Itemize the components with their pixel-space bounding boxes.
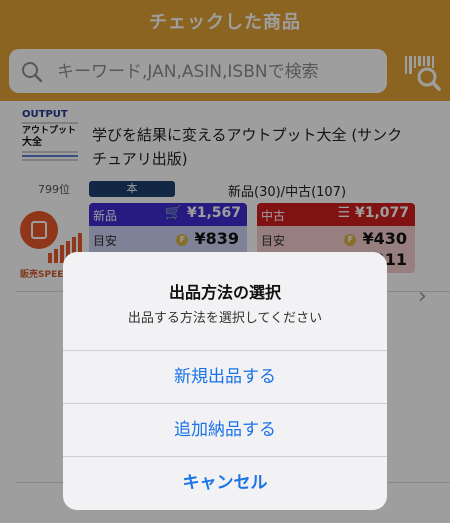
listing-method-dialog: 出品方法の選択 出品する方法を選択してください 新規出品する 追加納品する キャ… <box>63 252 387 510</box>
dialog-message: 出品する方法を選択してください <box>127 311 323 326</box>
cancel-button[interactable]: キャンセル <box>63 456 387 509</box>
new-listing-button[interactable]: 新規出品する <box>63 350 387 403</box>
add-inventory-button[interactable]: 追加納品する <box>63 403 387 456</box>
dialog-title: 出品方法の選択 <box>168 283 281 302</box>
